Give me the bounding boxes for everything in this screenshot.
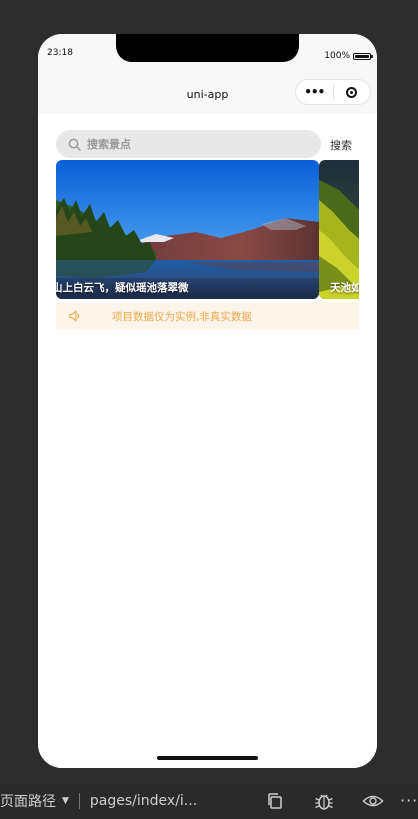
search-input[interactable]	[87, 137, 307, 151]
phone-frame: 23:18 100% uni-app ••• 搜索景点 搜索 山上白云飞，疑似瑶…	[38, 34, 377, 768]
copy-icon[interactable]	[264, 790, 286, 812]
notch	[116, 34, 299, 62]
page-path-label[interactable]: 页面路径	[0, 791, 56, 811]
eye-icon[interactable]	[362, 790, 384, 812]
miniprogram-capsule: •••	[295, 79, 371, 105]
search-button[interactable]: 搜索	[330, 137, 352, 153]
devtools-bar: 页面路径 ▼ pages/index/i... ···	[0, 783, 418, 819]
notice-bar: 项目数据仅为实例,非真实数据	[56, 302, 359, 330]
caret-down-icon[interactable]: ▼	[62, 796, 69, 806]
search-row: 搜索	[56, 130, 359, 158]
simulator-stage: 23:18 100% uni-app ••• 搜索景点 搜索 山上白云飞，疑似瑶…	[0, 0, 418, 819]
search-box[interactable]	[56, 130, 321, 158]
status-time: 23:18	[47, 48, 73, 58]
page-path-value[interactable]: pages/index/i...	[90, 793, 197, 809]
green-mountain-image	[319, 160, 359, 299]
battery-icon	[353, 52, 373, 60]
battery-indicator: 100%	[324, 51, 373, 61]
bug-icon[interactable]	[313, 790, 335, 812]
status-bar: 23:18 100%	[38, 34, 377, 74]
home-indicator	[157, 756, 258, 760]
devbar-icons: ···	[237, 783, 418, 819]
swiper-slide[interactable]: 山上白云飞，疑似瑶池落翠微	[56, 160, 319, 299]
devbar-divider	[78, 793, 80, 809]
nav-bar: uni-app •••	[38, 74, 377, 114]
slide-caption: 天池如	[330, 282, 359, 294]
target-close-icon[interactable]	[333, 86, 370, 98]
swiper-slide[interactable]: 天池如	[319, 160, 359, 299]
close-ring	[346, 86, 358, 98]
page-content: 搜索景点 搜索 山上白云飞，疑似瑶池落翠微 天池如 项目数据仅为实例,非真实数据	[38, 114, 377, 768]
speaker-icon	[69, 310, 80, 322]
scenery-swiper[interactable]: 山上白云飞，疑似瑶池落翠微 天池如	[56, 160, 359, 299]
search-icon	[68, 138, 81, 151]
slide-caption: 山上白云飞，疑似瑶池落翠微	[56, 282, 189, 294]
lake-mountain-image	[56, 160, 319, 299]
battery-percent: 100%	[324, 51, 350, 61]
more-dots-icon[interactable]: •••	[296, 80, 333, 104]
more-icon[interactable]: ···	[400, 790, 418, 812]
notice-text: 项目数据仅为实例,非真实数据	[112, 310, 252, 323]
